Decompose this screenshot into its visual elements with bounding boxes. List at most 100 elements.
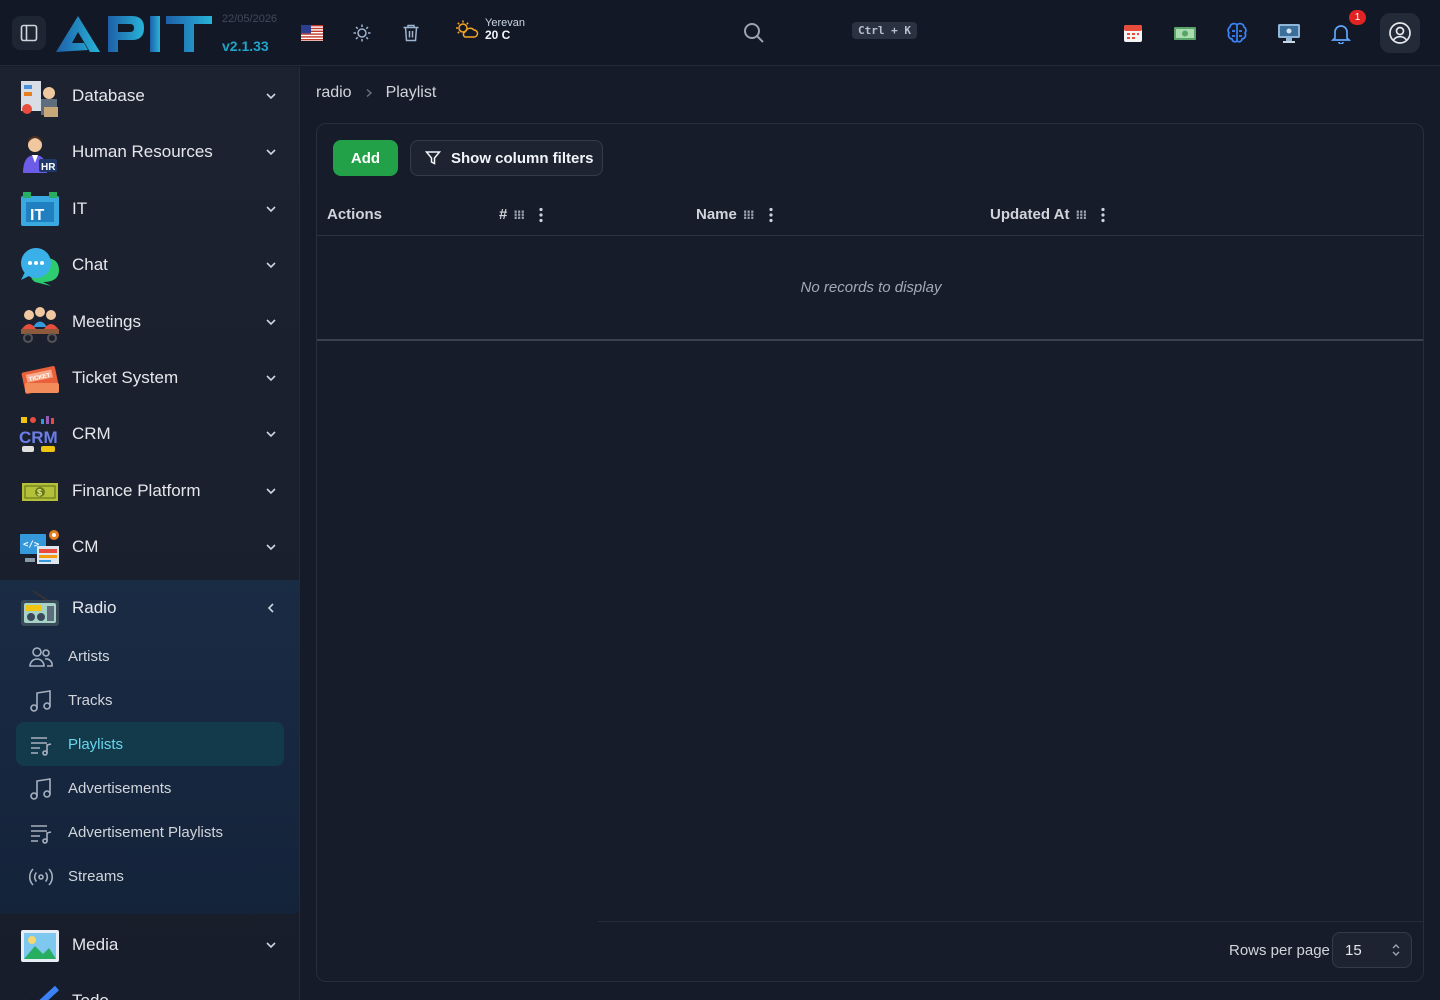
sidebar-subitem-streams[interactable]: Streams	[16, 854, 284, 898]
sidebar-item-cm[interactable]: </> CM	[0, 519, 299, 575]
chevron-down-icon	[266, 206, 276, 213]
svg-text:CRM: CRM	[19, 428, 58, 447]
users-icon	[29, 647, 53, 667]
build-date: 22/05/2026	[222, 13, 278, 25]
sidebar-item-label: Media	[72, 935, 119, 954]
sidebar-item-it[interactable]: IT IT	[0, 181, 299, 237]
playlist-icon	[31, 737, 52, 756]
chevron-down-icon	[266, 488, 276, 495]
column-menu-icon[interactable]	[1096, 207, 1110, 223]
chevron-down-icon	[266, 375, 276, 382]
computer-icon[interactable]	[1275, 19, 1303, 47]
money-icon[interactable]	[1171, 19, 1199, 47]
sidebar-toggle-button[interactable]	[12, 16, 46, 50]
user-avatar-button[interactable]	[1380, 13, 1420, 53]
top-bar: 22/05/2026 v2.1.33 Yerevan 20 C Ctrl + K…	[0, 0, 1440, 66]
svg-text:IT: IT	[30, 207, 44, 224]
chevron-down-icon	[266, 149, 276, 156]
sidebar-item-ticket-system[interactable]: TICKET Ticket System	[0, 350, 299, 406]
subitem-label: Advertisement Playlists	[68, 823, 224, 841]
show-column-filters-button[interactable]: Show column filters	[410, 140, 603, 176]
us-flag-icon[interactable]	[299, 20, 325, 46]
crm-icon: CRM	[19, 416, 58, 452]
sidebar-item-radio[interactable]: Radio	[0, 580, 299, 636]
subitem-label: Tracks	[68, 691, 113, 709]
sidebar-item-label: Database	[72, 86, 145, 105]
subitem-label: Playlists	[68, 735, 124, 753]
column-menu-icon[interactable]	[534, 207, 548, 223]
database-icon	[21, 81, 58, 117]
calendar-icon[interactable]	[1119, 19, 1147, 47]
sidebar-item-chat[interactable]: Chat	[0, 237, 299, 293]
empty-table-message: No records to display	[317, 236, 1423, 341]
weather-widget: Yerevan 20 C	[455, 18, 525, 42]
column-header-updated-at[interactable]: Updated At ⁝⁝⁝	[990, 206, 1110, 223]
sidebar-item-label: IT	[72, 199, 88, 218]
sidebar-subitem-advertisement-playlists[interactable]: Advertisement Playlists	[16, 810, 284, 854]
chevron-right-icon	[366, 88, 372, 98]
it-monitor-icon: IT	[21, 192, 59, 226]
drag-handle-icon[interactable]: ⁝⁝⁝	[1075, 208, 1087, 222]
column-menu-icon[interactable]	[764, 207, 778, 223]
chevron-down-icon	[266, 319, 276, 326]
partly-cloudy-icon	[456, 20, 479, 38]
sidebar-item-label: Finance Platform	[72, 481, 201, 500]
sidebar-item-finance-platform[interactable]: $ Finance Platform	[0, 463, 299, 519]
ticket-icon: TICKET	[21, 366, 59, 394]
sidebar-item-crm[interactable]: CRM CRM	[0, 406, 299, 462]
broadcast-icon	[29, 868, 53, 886]
cm-code-icon: </>	[20, 530, 59, 564]
sidebar-subitem-artists[interactable]: Artists	[16, 634, 284, 678]
image-gallery-icon	[21, 930, 59, 962]
column-header-id[interactable]: # ⁝⁝⁝	[499, 206, 548, 223]
column-header-name[interactable]: Name ⁝⁝⁝	[696, 206, 778, 223]
banknote-icon: $	[22, 483, 58, 501]
chevron-left-icon	[267, 603, 274, 613]
drag-handle-icon[interactable]: ⁝⁝⁝	[513, 208, 525, 222]
search-shortcut: Ctrl + K	[852, 22, 917, 39]
radio-icon	[21, 590, 59, 626]
brain-icon[interactable]	[1223, 19, 1251, 47]
sidebar-item-label: Ticket System	[72, 368, 179, 387]
search-icon[interactable]	[742, 21, 766, 45]
weather-temp: 20 C	[485, 28, 511, 42]
subitem-label: Advertisements	[68, 779, 172, 797]
sidebar-subitem-playlists[interactable]: Playlists	[16, 722, 284, 766]
column-header-actions: Actions	[327, 206, 383, 223]
music-note-icon	[30, 690, 51, 712]
sidebar-item-label: Radio	[72, 598, 117, 617]
chevron-down-icon	[266, 93, 276, 100]
sidebar-item-label: Chat	[72, 255, 108, 274]
notification-badge: 1	[1349, 10, 1366, 25]
breadcrumb-parent[interactable]: radio	[316, 84, 352, 102]
rows-per-page-label: Rows per page	[1229, 942, 1330, 959]
subitem-label: Artists	[68, 647, 110, 665]
sidebar-item-human-resources[interactable]: HR Human Resources	[0, 124, 299, 180]
sidebar: Database HR Human Resources IT IT Chat M…	[0, 67, 300, 1000]
apit-logo[interactable]	[54, 12, 216, 56]
sidebar-item-label: Meetings	[72, 312, 141, 331]
trash-icon[interactable]	[398, 20, 424, 46]
sidebar-subitem-tracks[interactable]: Tracks	[16, 678, 284, 722]
user-circle-icon	[1389, 22, 1411, 44]
filter-icon	[425, 151, 441, 165]
table-pagination: Rows per page 15	[598, 921, 1423, 981]
add-button[interactable]: Add	[333, 140, 398, 176]
chevron-down-icon	[266, 431, 276, 438]
drag-handle-icon[interactable]: ⁝⁝⁝	[743, 208, 755, 222]
sidebar-item-media[interactable]: Media	[0, 917, 299, 973]
radio-group: Radio Artists Tracks Playlists Advertise…	[0, 580, 299, 914]
sidebar-item-label: CRM	[72, 424, 111, 443]
chevron-down-icon	[266, 262, 276, 269]
sidebar-item-label: CM	[72, 537, 99, 556]
sidebar-item-meetings[interactable]: Meetings	[0, 294, 299, 350]
sidebar-item-database[interactable]: Database	[0, 68, 299, 124]
rows-per-page-select[interactable]: 15	[1332, 932, 1412, 968]
svg-text:HR: HR	[41, 162, 56, 173]
sidebar-item-todo[interactable]: Todo	[0, 973, 299, 1000]
sidebar-subitem-advertisements[interactable]: Advertisements	[16, 766, 284, 810]
meeting-people-icon	[21, 307, 59, 343]
hr-person-icon: HR	[23, 136, 57, 173]
sun-icon[interactable]	[349, 20, 375, 46]
app-version: v2.1.33	[222, 38, 269, 54]
